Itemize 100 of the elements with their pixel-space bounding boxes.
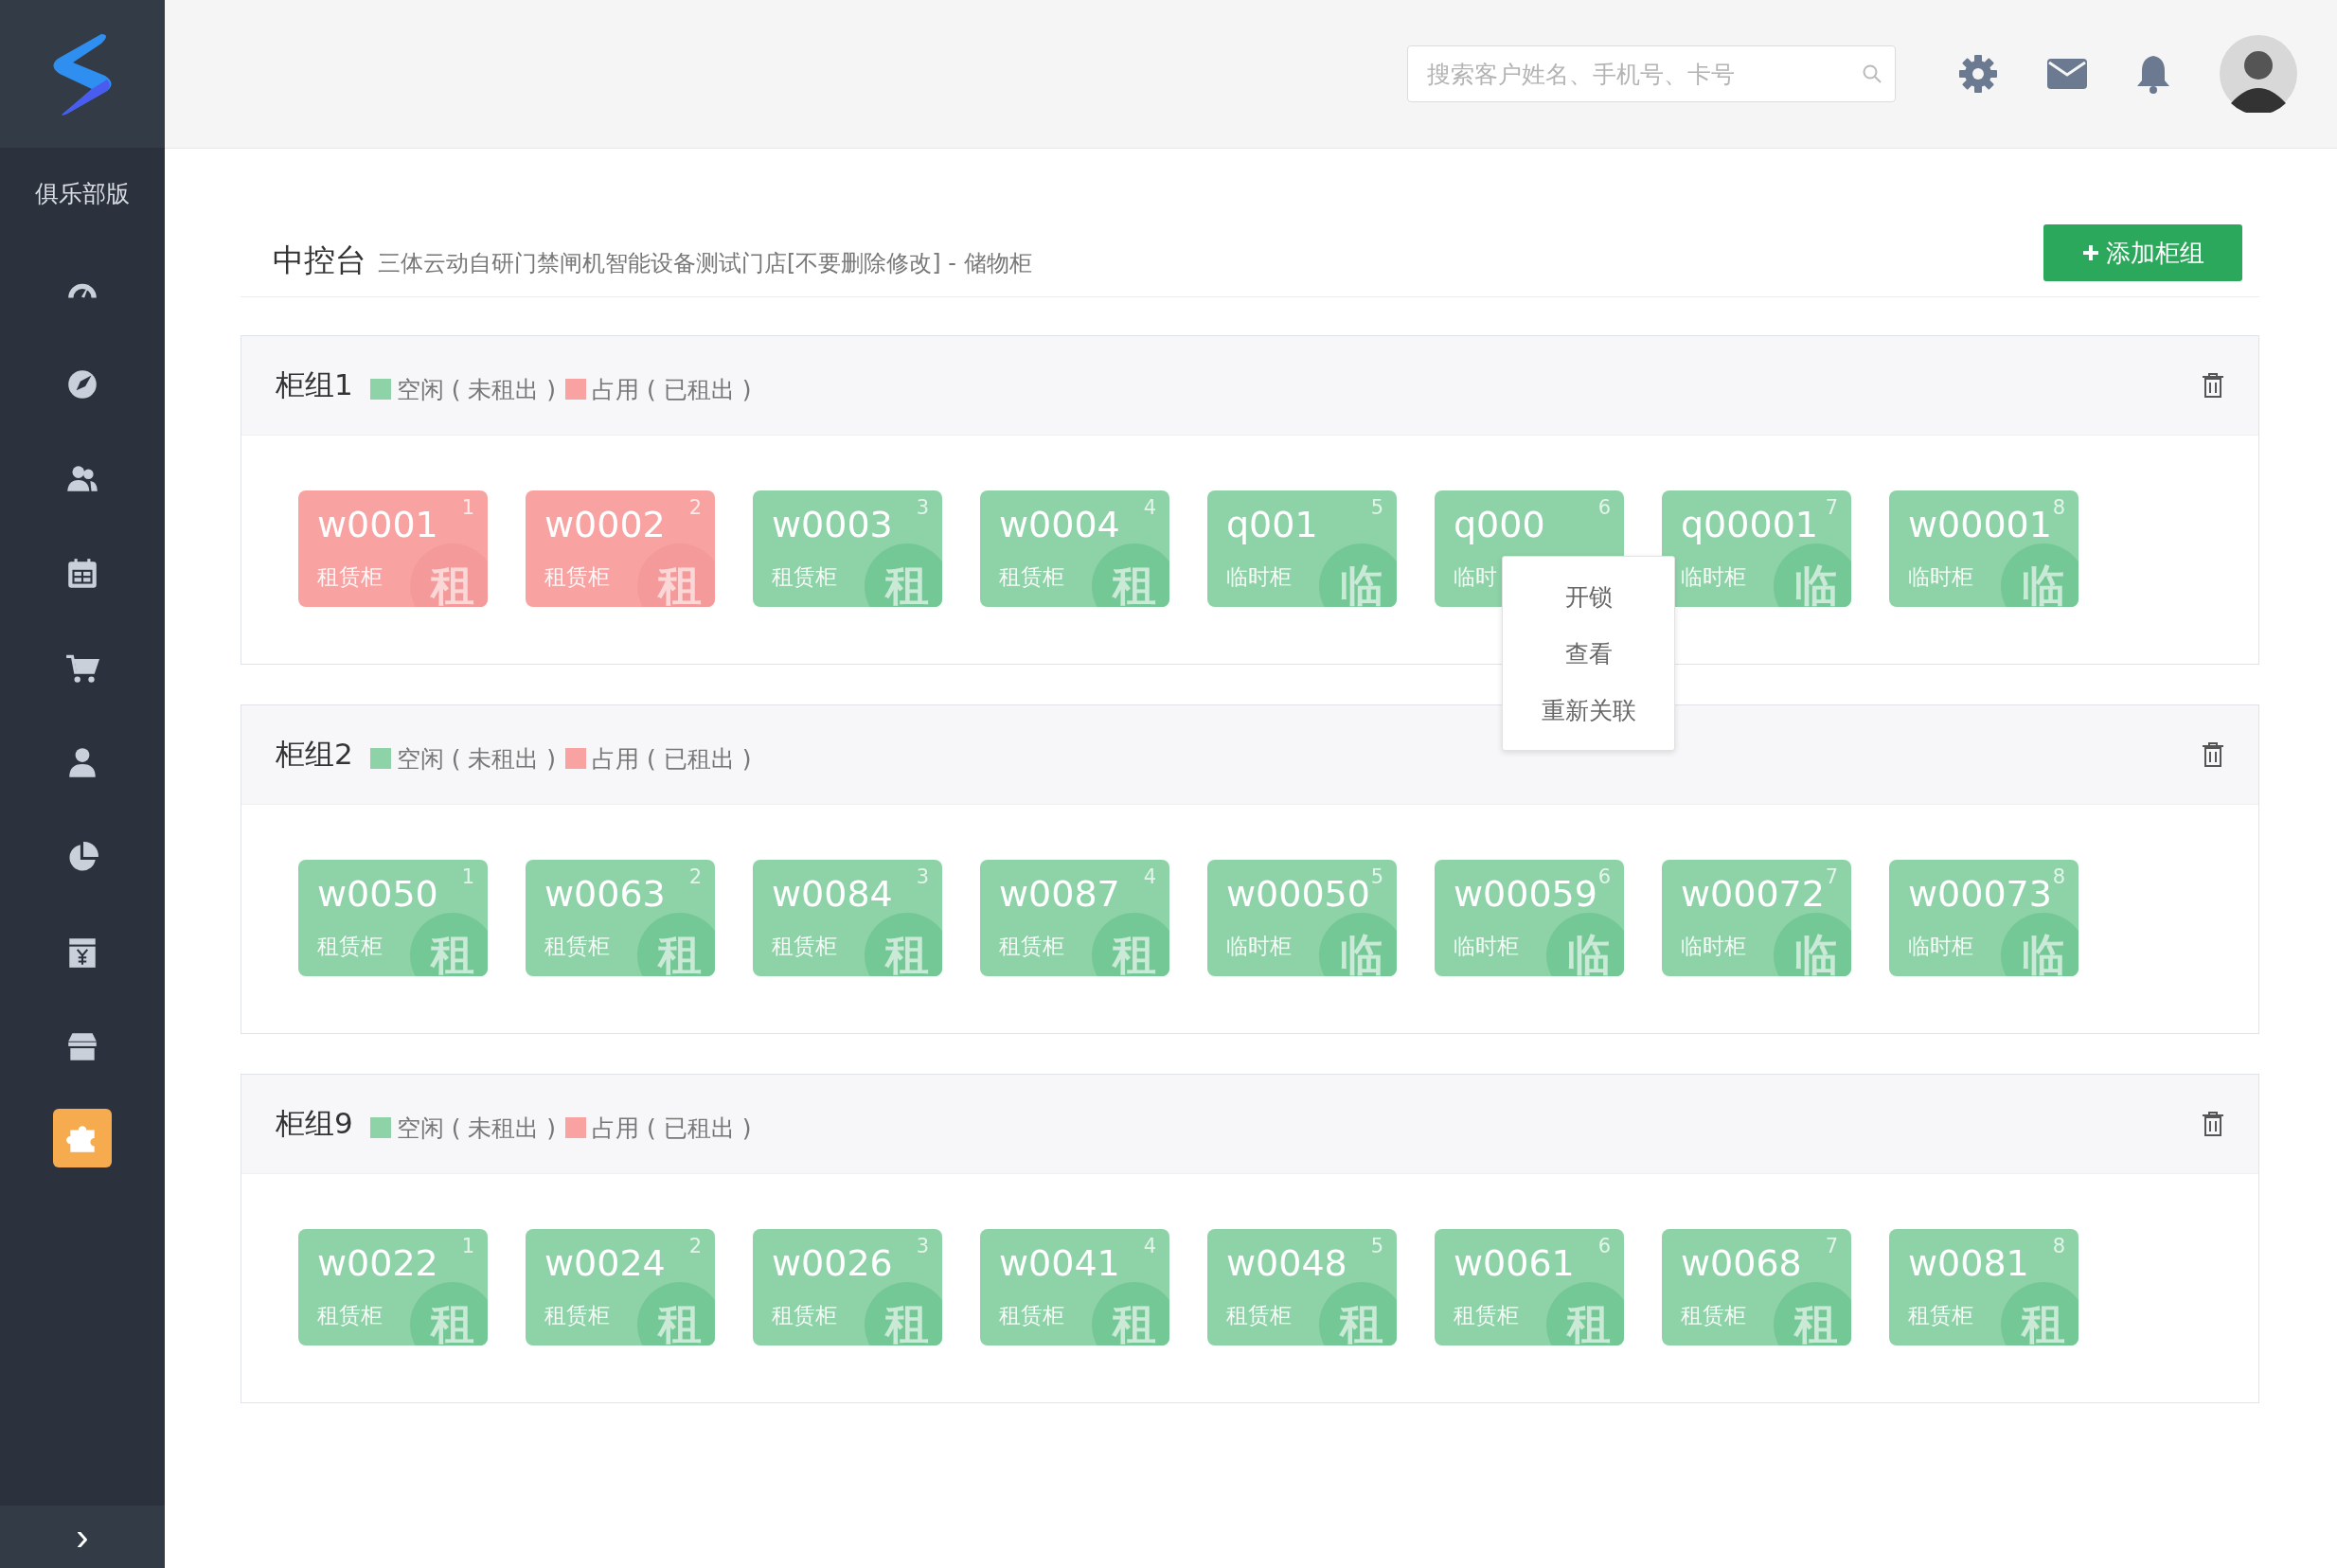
bell-icon[interactable] <box>2136 54 2170 94</box>
locker-type-badge: 租 <box>637 913 715 976</box>
trash-icon[interactable] <box>2202 372 2224 399</box>
locker-code: w0022 <box>317 1242 438 1284</box>
locker-card[interactable]: w0068 7 租赁柜 租 <box>1662 1229 1851 1345</box>
locker-card[interactable]: w0041 4 租赁柜 租 <box>980 1229 1169 1345</box>
locker-type: 临时柜 <box>1908 563 1973 591</box>
locker-code: w0068 <box>1681 1242 1802 1284</box>
locker-card[interactable]: w0061 6 租赁柜 租 <box>1435 1229 1624 1345</box>
locker-card[interactable]: w0022 1 租赁柜 租 <box>298 1229 488 1345</box>
locker-number: 6 <box>1597 865 1611 888</box>
locker-type: 租赁柜 <box>772 933 837 960</box>
locker-number: 8 <box>2052 865 2065 888</box>
locker-card[interactable]: w0003 3 租赁柜 租 <box>753 490 942 607</box>
legend-label: 占用 ( 已租出 ) <box>592 374 752 405</box>
locker-number: 1 <box>461 496 474 519</box>
menu-item[interactable]: 查看 <box>1503 625 1674 682</box>
expand-button[interactable]: › <box>0 1506 165 1568</box>
locker-type: 临时柜 <box>1908 933 1973 960</box>
locker-card[interactable]: w0026 3 租赁柜 租 <box>753 1229 942 1345</box>
locker-type: 租赁柜 <box>544 933 610 960</box>
locker-type-badge: 临 <box>1774 913 1851 976</box>
avatar-icon[interactable] <box>2220 35 2297 113</box>
locker-card[interactable]: w0084 3 租赁柜 租 <box>753 860 942 976</box>
locker-type-badge: 租 <box>637 543 715 607</box>
locker-card[interactable]: w0004 4 租赁柜 租 <box>980 490 1169 607</box>
locker-number: 8 <box>2052 1235 2065 1257</box>
locker-type-badge: 临 <box>1319 913 1397 976</box>
locker-number: 1 <box>461 1235 474 1257</box>
locker-type-badge: 租 <box>410 913 488 976</box>
locker-type: 租赁柜 <box>772 1302 837 1329</box>
locker-type: 租赁柜 <box>772 563 837 591</box>
locker-card[interactable]: w0063 2 租赁柜 租 <box>526 860 715 976</box>
locker-type: 临时柜 <box>1226 933 1292 960</box>
locker-type: 租赁柜 <box>1226 1302 1292 1329</box>
locker-type-badge: 租 <box>1092 913 1169 976</box>
locker-code: w0061 <box>1454 1242 1575 1284</box>
search-icon <box>1862 63 1882 84</box>
locker-code: w0048 <box>1226 1242 1347 1284</box>
locker-code: w0041 <box>999 1242 1120 1284</box>
locker-type-badge: 租 <box>410 543 488 607</box>
page-title: 中控台 <box>273 240 366 280</box>
locker-type: 租赁柜 <box>999 563 1064 591</box>
locker-type-badge: 租 <box>637 1282 715 1345</box>
add-group-button[interactable]: 添加柜组 <box>2043 224 2242 281</box>
locker-code: w0003 <box>772 504 893 545</box>
trash-icon[interactable] <box>2202 1111 2224 1137</box>
locker-type-badge: 租 <box>1774 1282 1851 1345</box>
locker-number: 4 <box>1143 496 1156 519</box>
locker-number: 2 <box>688 865 702 888</box>
locker-number: 3 <box>916 865 929 888</box>
menu-item[interactable]: 重新关联 <box>1503 682 1674 739</box>
locker-type-badge: 租 <box>865 913 942 976</box>
locker-type: 租赁柜 <box>1454 1302 1519 1329</box>
locker-code: w0026 <box>772 1242 893 1284</box>
locker-number: 2 <box>688 496 702 519</box>
search-field[interactable]: 搜索客户姓名、手机号、卡号 <box>1407 45 1896 102</box>
locker-number: 2 <box>688 1235 702 1257</box>
trash-icon[interactable] <box>2202 741 2224 768</box>
locker-type: 临时 <box>1454 563 1497 591</box>
locker-number: 4 <box>1143 1235 1156 1257</box>
locker-type: 临时柜 <box>1681 563 1746 591</box>
mail-icon[interactable] <box>2047 59 2087 89</box>
locker-card[interactable]: w0050 1 租赁柜 租 <box>298 860 488 976</box>
locker-type-badge: 租 <box>865 1282 942 1345</box>
locker-card[interactable]: w0001 1 租赁柜 租 <box>298 490 488 607</box>
locker-type: 临时柜 <box>1226 563 1292 591</box>
locker-type-badge: 租 <box>1319 1282 1397 1345</box>
group-name: 柜组2 <box>276 736 353 773</box>
locker-code: w0063 <box>544 873 666 915</box>
locker-type: 临时柜 <box>1681 933 1746 960</box>
locker-code: q001 <box>1226 504 1318 545</box>
locker-code: w00059 <box>1454 873 1597 915</box>
locker-code: w00073 <box>1908 873 2052 915</box>
locker-type-badge: 租 <box>1546 1282 1624 1345</box>
locker-code: w0081 <box>1908 1242 2029 1284</box>
locker-type: 租赁柜 <box>544 563 610 591</box>
settings-icon[interactable] <box>1958 54 1998 94</box>
locker-card[interactable]: w0087 4 租赁柜 租 <box>980 860 1169 976</box>
locker-card[interactable]: q001 5 临时柜 临 <box>1207 490 1397 607</box>
locker-type: 临时柜 <box>1454 933 1519 960</box>
locker-type-badge: 临 <box>1546 913 1624 976</box>
locker-card[interactable]: q00001 7 临时柜 临 <box>1662 490 1851 607</box>
locker-number: 7 <box>1825 865 1838 888</box>
locker-card[interactable]: w0081 8 租赁柜 租 <box>1889 1229 2078 1345</box>
locker-type-badge: 租 <box>1092 1282 1169 1345</box>
locker-number: 3 <box>916 496 929 519</box>
locker-code: q00001 <box>1681 504 1818 545</box>
locker-card[interactable]: w0048 5 租赁柜 租 <box>1207 1229 1397 1345</box>
locker-code: w0002 <box>544 504 666 545</box>
group-name: 柜组9 <box>276 1105 353 1142</box>
locker-type-badge: 临 <box>1319 543 1397 607</box>
legend-label: 占用 ( 已租出 ) <box>592 1113 752 1144</box>
locker-code: w0050 <box>317 873 438 915</box>
locker-card[interactable]: w0002 2 租赁柜 租 <box>526 490 715 607</box>
locker-number: 4 <box>1143 865 1156 888</box>
locker-type: 租赁柜 <box>317 1302 383 1329</box>
locker-type: 租赁柜 <box>999 1302 1064 1329</box>
locker-code: w0004 <box>999 504 1120 545</box>
locker-card[interactable]: w0024 2 租赁柜 租 <box>526 1229 715 1345</box>
